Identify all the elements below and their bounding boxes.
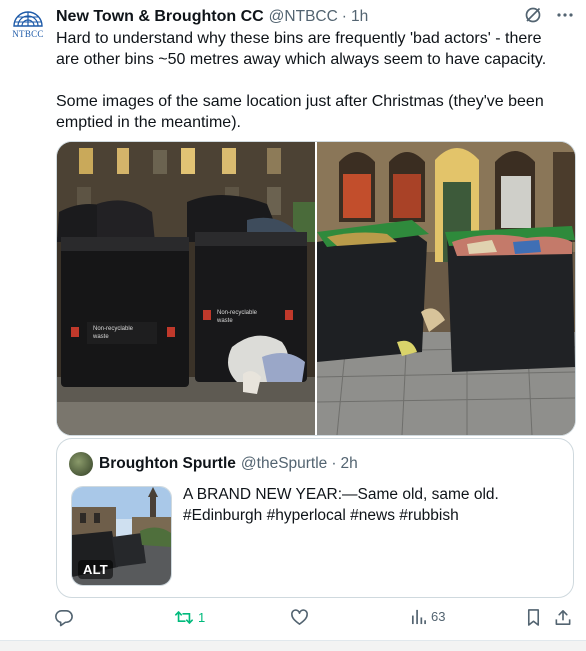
- reply-button[interactable]: [55, 608, 78, 627]
- quote-avatar: [69, 452, 93, 476]
- header-icons: [524, 6, 574, 24]
- media-grid: Non-recyclable waste Non-recyclable wast…: [56, 141, 576, 436]
- quoted-tweet[interactable]: Broughton Spurtle @theSpurtle · 2h ALT A…: [56, 438, 574, 598]
- svg-text:waste: waste: [92, 334, 109, 340]
- quote-separator: ·: [331, 455, 337, 472]
- alt-badge[interactable]: ALT: [78, 560, 113, 579]
- retweet-button[interactable]: 1: [174, 608, 205, 627]
- photo-1[interactable]: Non-recyclable waste Non-recyclable wast…: [57, 142, 315, 435]
- quote-header: Broughton Spurtle @theSpurtle · 2h: [69, 452, 358, 476]
- reply-icon: [55, 610, 73, 627]
- tweet-text: Hard to understand why these bins are fr…: [56, 30, 547, 131]
- quote-thumbnail[interactable]: ALT: [71, 486, 172, 586]
- photo-2[interactable]: [317, 142, 575, 435]
- author-name[interactable]: New Town & Broughton CC: [56, 8, 264, 26]
- bookmark-icon: [527, 609, 540, 626]
- svg-text:waste: waste: [216, 318, 233, 324]
- avatar-label: NTBCC: [12, 29, 44, 39]
- bin-label-1: Non-recyclable: [93, 326, 134, 332]
- grok-slash-icon[interactable]: [524, 6, 542, 24]
- bottom-divider: [0, 640, 586, 651]
- retweet-icon: [175, 611, 193, 624]
- quote-text: A BRAND NEW YEAR:—Same old, same old. #E…: [183, 486, 499, 524]
- bins-street-photo: [317, 142, 575, 435]
- ntbcc-logo-icon: [13, 11, 43, 27]
- views-icon: [411, 609, 426, 625]
- timestamp[interactable]: 1h: [351, 8, 368, 26]
- author-avatar[interactable]: NTBCC: [10, 8, 46, 44]
- share-button[interactable]: [554, 608, 572, 627]
- bins-night-photo: Non-recyclable waste Non-recyclable wast…: [57, 142, 315, 435]
- quote-author-handle: @theSpurtle: [240, 455, 328, 472]
- action-bar: 1 63: [0, 608, 586, 632]
- more-icon[interactable]: [556, 6, 574, 24]
- svg-text:Non-recyclable: Non-recyclable: [217, 310, 258, 316]
- author-handle[interactable]: @NTBCC: [269, 8, 338, 26]
- views-count: 63: [431, 609, 446, 624]
- bookmark-button[interactable]: [525, 608, 542, 627]
- share-icon: [555, 610, 571, 625]
- tweet-header: New Town & Broughton CC @NTBCC · 1h: [56, 6, 574, 28]
- like-button[interactable]: [290, 608, 313, 627]
- quote-timestamp: 2h: [340, 455, 358, 472]
- tweet[interactable]: NTBCC New Town & Broughton CC @NTBCC · 1…: [0, 0, 586, 651]
- quote-author-name: Broughton Spurtle: [99, 455, 236, 472]
- retweet-count: 1: [198, 610, 206, 625]
- separator: ·: [341, 8, 347, 25]
- views-button[interactable]: 63: [410, 608, 445, 625]
- like-icon: [291, 609, 308, 625]
